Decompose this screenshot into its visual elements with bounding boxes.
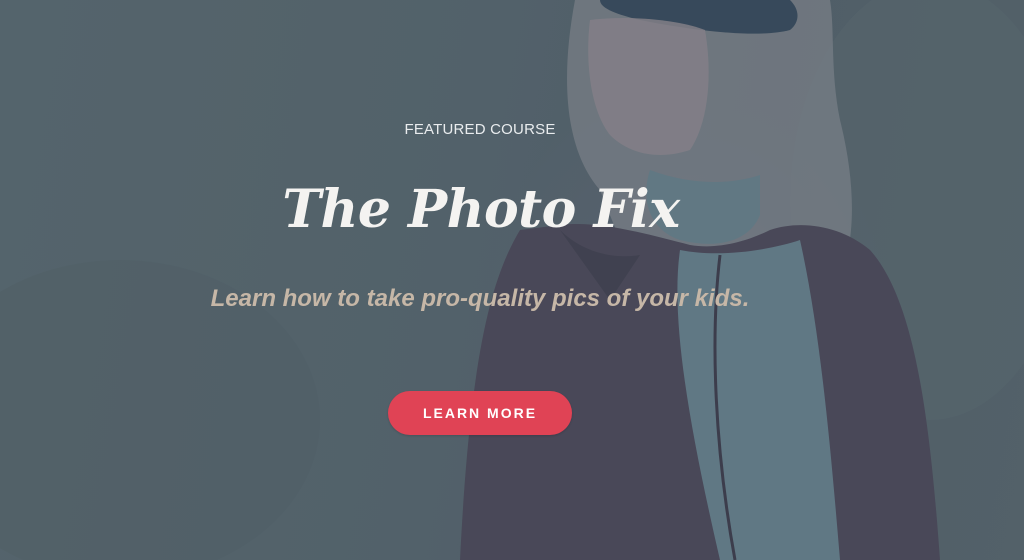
course-subtitle: Learn how to take pro-quality pics of yo… (210, 285, 750, 312)
featured-course-label: FEATURED COURSE (404, 121, 556, 138)
featured-course-hero: FEATURED COURSE The Photo Fix Learn how … (0, 0, 1024, 560)
hero-content: FEATURED COURSE The Photo Fix Learn how … (0, 0, 1024, 560)
course-title: The Photo Fix (282, 179, 680, 240)
learn-more-button[interactable]: LEARN MORE (388, 391, 572, 435)
